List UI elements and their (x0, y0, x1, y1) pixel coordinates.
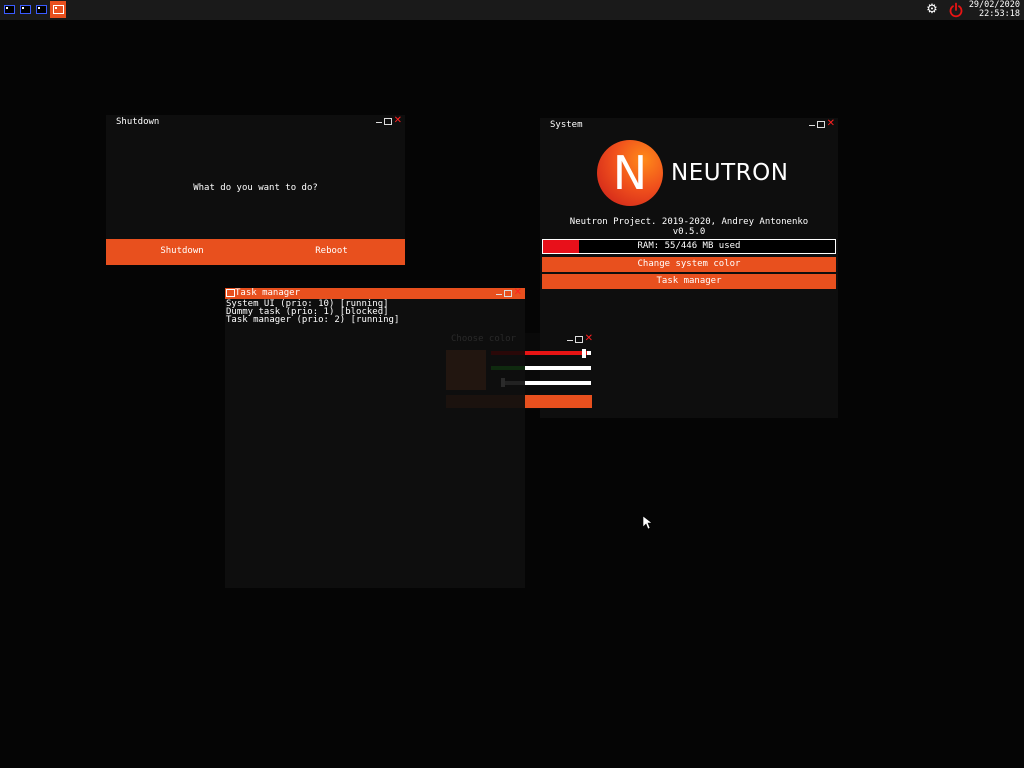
window-controls: ✕ (375, 116, 402, 126)
maximize-icon[interactable] (383, 117, 392, 125)
clock: 29/02/2020 22:53:18 (969, 1, 1020, 19)
shutdown-actions: Shutdown Reboot (106, 239, 405, 265)
clock-time: 22:53:18 (979, 9, 1020, 19)
settings-gear-icon[interactable]: ⚙ (925, 3, 939, 17)
task-manager-button[interactable]: Task manager (542, 274, 836, 289)
minimize-icon[interactable] (808, 124, 815, 126)
neutron-logo: N NEUTRON (597, 139, 789, 209)
green-slider[interactable] (525, 366, 591, 370)
shutdown-button[interactable]: Shutdown (106, 239, 258, 265)
window-title: Task manager (235, 288, 301, 298)
minimize-icon[interactable] (566, 339, 573, 341)
red-slider-end (587, 351, 591, 355)
apply-color-button[interactable] (525, 395, 592, 408)
window-title: Choose color (451, 334, 517, 344)
mouse-cursor-icon (643, 516, 653, 530)
maximize-icon[interactable] (816, 120, 825, 128)
task-manager-titlebar[interactable]: Task manager ✕ (225, 288, 525, 299)
taskbar-app-icon[interactable] (35, 3, 48, 16)
version-text: v0.5.0 (672, 227, 706, 237)
credits-text: Neutron Project. 2019-2020, Andrey Anton… (569, 217, 809, 227)
window-controls: ✕ (808, 119, 835, 129)
taskbar-app-icon[interactable] (3, 3, 16, 16)
task-manager-taskbar-icon[interactable] (50, 1, 66, 18)
green-slider-ghost (491, 366, 525, 370)
close-icon[interactable]: ✕ (394, 116, 402, 126)
ram-usage-label: RAM: 55/446 MB used (637, 241, 741, 251)
apply-button-ghost (446, 395, 525, 408)
logo-letter: N (612, 146, 648, 200)
blue-slider[interactable] (525, 381, 591, 385)
window-controls: ✕ (495, 288, 522, 298)
task-list: System UI (prio: 10) [running] Dummy tas… (226, 300, 399, 325)
reboot-button[interactable]: Reboot (258, 239, 405, 265)
shutdown-window: Shutdown ✕ What do you want to do? Shutd… (106, 115, 405, 265)
maximize-icon[interactable] (503, 289, 512, 297)
blue-slider-knob[interactable] (501, 378, 505, 387)
task-row[interactable]: Task manager (prio: 2) [running] (226, 316, 399, 325)
maximize-icon[interactable] (574, 335, 583, 343)
minimize-icon[interactable] (495, 293, 502, 295)
ram-usage-bar: RAM: 55/446 MB used (542, 239, 836, 254)
close-icon[interactable]: ✕ (585, 334, 593, 344)
minimize-icon[interactable] (375, 121, 382, 123)
color-preview (446, 350, 486, 390)
close-icon[interactable]: ✕ (514, 288, 522, 298)
power-icon[interactable] (948, 2, 964, 18)
shutdown-question: What do you want to do? (193, 183, 318, 193)
change-system-color-button[interactable]: Change system color (542, 257, 836, 272)
window-app-icon (226, 289, 235, 297)
taskbar-app-icon[interactable] (19, 3, 32, 16)
top-bar: ⚙ 29/02/2020 22:53:18 (0, 0, 1024, 20)
window-controls: ✕ (566, 334, 593, 344)
choose-color-window: Choose color ✕ (446, 333, 596, 409)
red-slider-ghost (491, 351, 525, 355)
red-slider-knob[interactable] (582, 349, 586, 358)
logo-text: NEUTRON (671, 160, 789, 186)
window-title: Shutdown (116, 117, 160, 127)
window-title: System (550, 120, 583, 130)
close-icon[interactable]: ✕ (827, 119, 835, 129)
